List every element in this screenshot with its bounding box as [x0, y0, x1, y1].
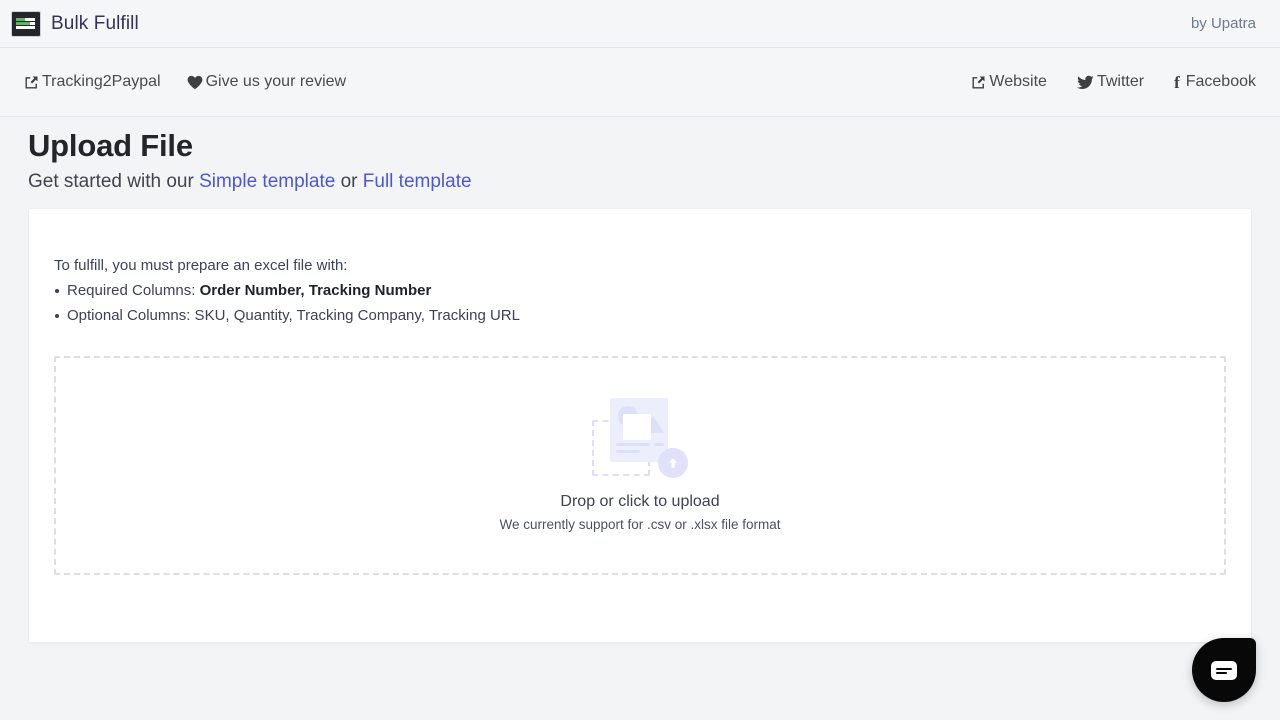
- upload-arrow-icon: [658, 448, 688, 478]
- page-header: Upload File Get started with our Simple …: [28, 117, 1252, 193]
- dropzone-title: Drop or click to upload: [560, 493, 720, 510]
- required-columns-label: Required Columns:: [67, 282, 200, 299]
- requirements-block: To fulfill, you must prepare an excel fi…: [54, 254, 1226, 328]
- nav-link-give-review[interactable]: Give us your review: [187, 73, 347, 91]
- nav-link-label: Tracking2Paypal: [42, 73, 161, 90]
- nav-link-tracking2paypal[interactable]: Tracking2Paypal: [24, 73, 161, 91]
- requirements-list: Required Columns: Order Number, Tracking…: [54, 279, 1226, 328]
- external-link-icon: [971, 75, 986, 90]
- page-title: Upload File: [28, 128, 193, 163]
- chat-widget-button[interactable]: [1192, 638, 1256, 702]
- subtitle-prefix: Get started with our: [28, 170, 200, 192]
- brand-identity[interactable]: Bulk Fulfill: [11, 10, 139, 37]
- nav-link-label: Website: [989, 73, 1047, 90]
- attribution-label: by Upatra: [1190, 15, 1256, 32]
- upload-card: To fulfill, you must prepare an excel fi…: [28, 207, 1252, 643]
- nav-links-left: Tracking2Paypal Give us your review: [24, 73, 346, 91]
- nav-link-website[interactable]: Website: [971, 73, 1047, 91]
- subtitle-middle: or: [335, 170, 363, 192]
- twitter-icon: [1076, 75, 1094, 90]
- bulk-fulfill-logo-icon: [11, 10, 41, 37]
- file-upload-illustration-icon: [592, 398, 688, 478]
- simple-template-link[interactable]: Simple template: [199, 171, 335, 192]
- main-navbar: Tracking2Paypal Give us your review Webs…: [0, 48, 1280, 117]
- file-dropzone[interactable]: Drop or click to upload We currently sup…: [54, 355, 1226, 575]
- nav-link-twitter[interactable]: Twitter: [1076, 73, 1145, 91]
- nav-links-right: Website Twitter f Facebook: [941, 73, 1256, 91]
- optional-columns-item: Optional Columns: SKU, Quantity, Trackin…: [54, 304, 1226, 327]
- brand-bar: Bulk Fulfill by Upatra: [0, 0, 1280, 48]
- facebook-icon: f: [1174, 72, 1180, 92]
- app-title: Bulk Fulfill: [51, 12, 139, 34]
- dropzone-subtitle: We currently support for .csv or .xlsx f…: [499, 517, 781, 532]
- nav-link-label: Facebook: [1185, 73, 1256, 90]
- nav-link-facebook[interactable]: f Facebook: [1174, 73, 1256, 91]
- requirements-lead: To fulfill, you must prepare an excel fi…: [54, 256, 348, 274]
- page-content: Upload File Get started with our Simple …: [0, 117, 1280, 643]
- nav-link-label: Give us your review: [205, 73, 347, 90]
- full-template-link[interactable]: Full template: [363, 171, 472, 192]
- required-columns-item: Required Columns: Order Number, Tracking…: [54, 279, 1226, 302]
- external-link-icon: [24, 75, 39, 90]
- required-columns-value: Order Number, Tracking Number: [199, 282, 432, 299]
- chat-bubble-icon: [1211, 660, 1237, 680]
- nav-link-label: Twitter: [1096, 73, 1145, 90]
- heart-icon: [187, 75, 203, 90]
- page-subtitle: Get started with our Simple template or …: [28, 171, 1252, 193]
